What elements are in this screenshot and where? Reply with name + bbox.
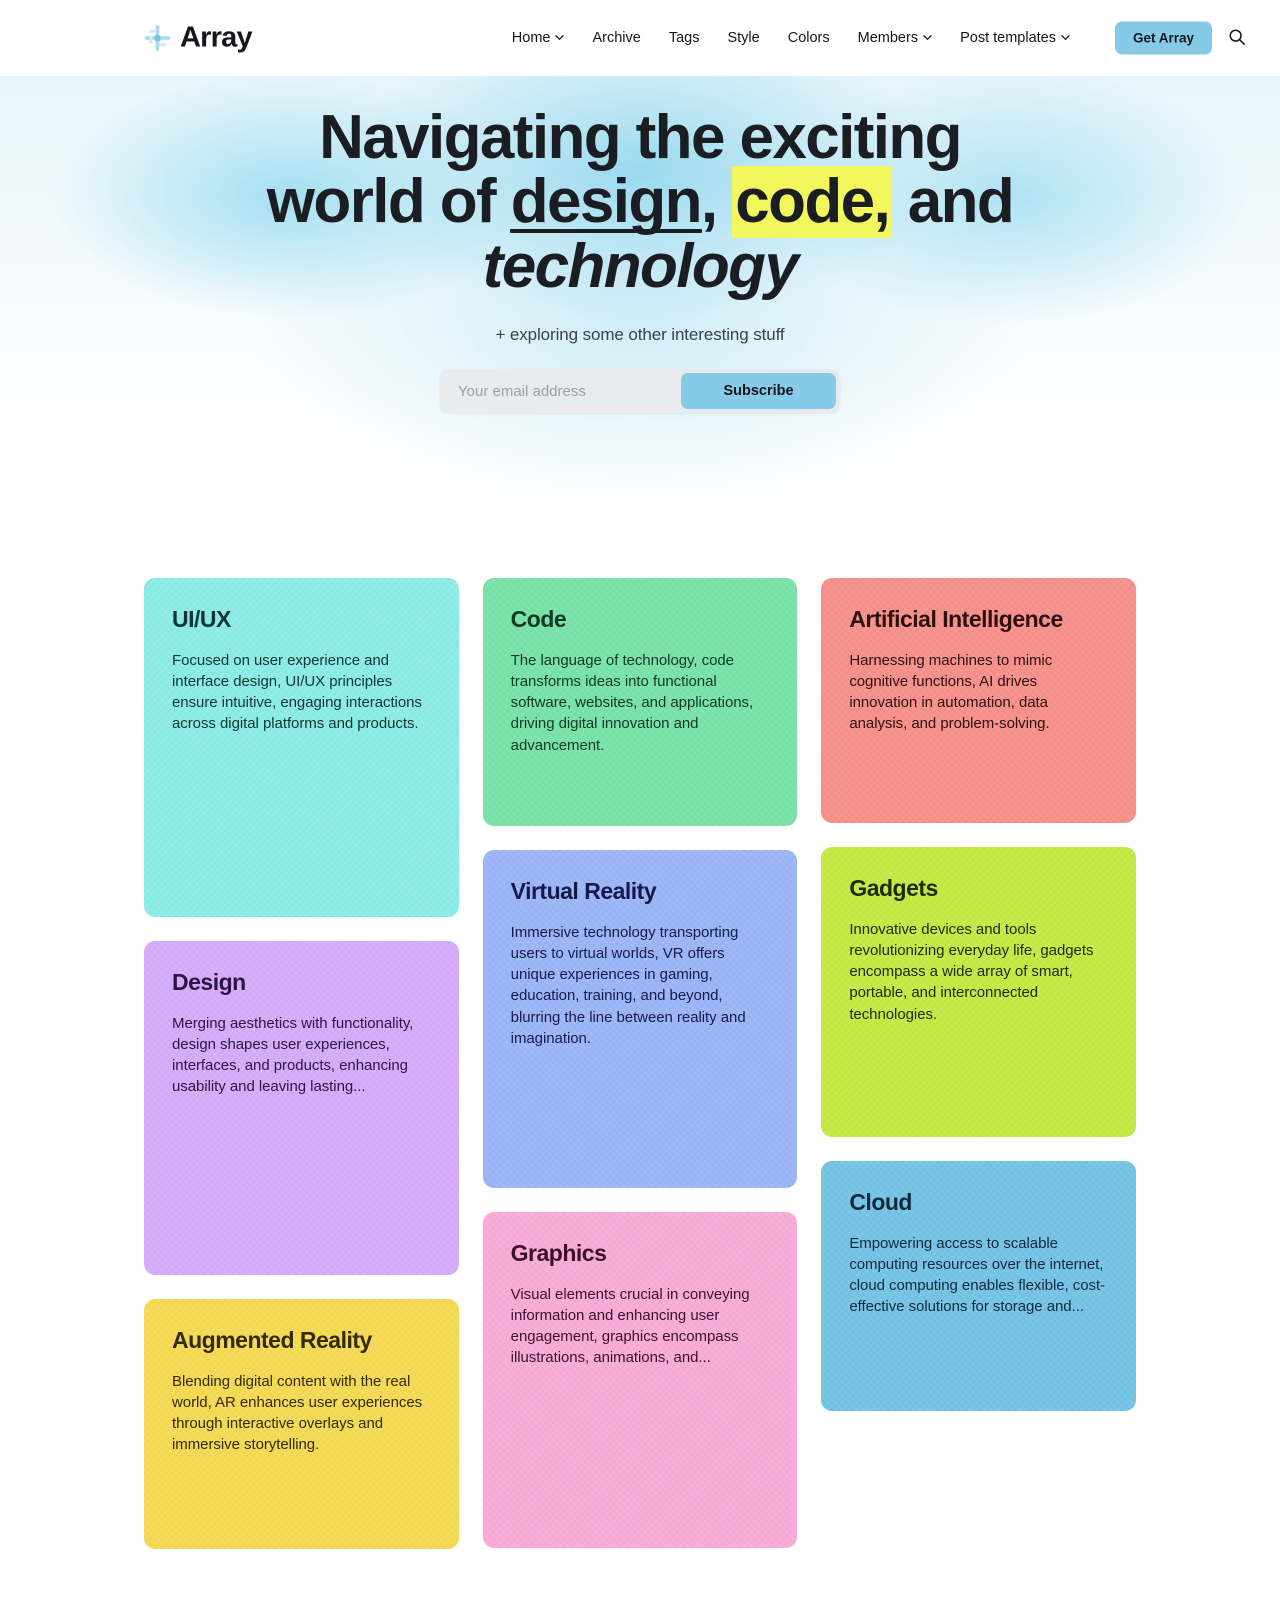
subscribe-form: Subscribe	[440, 369, 840, 414]
hero-title-highlighted: code,	[732, 166, 893, 239]
nav-item-archive[interactable]: Archive	[578, 24, 654, 52]
brand-name: Array	[180, 21, 253, 54]
chevron-down-icon	[923, 33, 932, 42]
card-title: Gadgets	[849, 875, 938, 901]
brand-logo-link[interactable]: Array	[144, 21, 253, 55]
card-title: Design	[172, 969, 246, 995]
nav-item-tags[interactable]: Tags	[655, 24, 714, 52]
card-excerpt: Harnessing machines to mimic cognitive f…	[849, 651, 1053, 733]
card-excerpt: Innovative devices and tools revolutioni…	[849, 920, 1094, 1023]
hero-subtitle: + exploring some other interesting stuff	[495, 325, 785, 345]
card-excerpt: Empowering access to scalable computing …	[849, 1234, 1106, 1316]
card-title: UI/UX	[172, 606, 231, 632]
card-excerpt: Merging aesthetics with functionality, d…	[172, 1014, 414, 1096]
card-title: Cloud	[849, 1189, 912, 1215]
card-virtual-reality[interactable]: Virtual Reality Immersive technology tra…	[482, 850, 798, 1188]
card-augmented-reality[interactable]: Augmented Reality Blending digital conte…	[144, 1299, 459, 1549]
page-root: Array Home Archive Tags Style Colors Mem…	[0, 0, 1280, 1600]
page-title: Navigating the exciting world of design,…	[260, 105, 1020, 302]
search-button[interactable]	[1222, 23, 1252, 53]
site-header: Array Home Archive Tags Style Colors Mem…	[0, 0, 1280, 76]
nav-label: Colors	[787, 30, 830, 46]
card-excerpt: Blending digital content with the real w…	[172, 1372, 423, 1454]
nav-label: Tags	[668, 30, 700, 46]
chevron-down-icon	[1061, 33, 1070, 42]
post-card-grid: UI/UX Focused on user experience and int…	[144, 578, 1136, 1549]
hero-title-part2: and	[892, 167, 1015, 237]
card-uiux[interactable]: UI/UX Focused on user experience and int…	[144, 578, 459, 917]
card-title: Graphics	[510, 1240, 607, 1266]
card-gadgets[interactable]: Gadgets Innovative devices and tools rev…	[821, 847, 1136, 1137]
nav-item-home[interactable]: Home	[498, 24, 579, 52]
nav-label: Members	[857, 30, 919, 46]
card-design[interactable]: Design Merging aesthetics with functiona…	[144, 941, 459, 1275]
main-navigation: Home Archive Tags Style Colors Members P…	[498, 24, 1084, 52]
card-excerpt: Immersive technology transporting users …	[510, 923, 746, 1048]
nav-label: Archive	[592, 30, 641, 46]
hero-title-italic: technology	[474, 231, 802, 302]
card-graphics[interactable]: Graphics Visual elements crucial in conv…	[482, 1212, 798, 1548]
card-title: Virtual Reality	[510, 878, 657, 904]
nav-label: Style	[727, 30, 760, 46]
nav-item-style[interactable]: Style	[713, 24, 773, 52]
card-title: Augmented Reality	[172, 1327, 372, 1353]
nav-item-colors[interactable]: Colors	[774, 24, 844, 52]
nav-item-post-templates[interactable]: Post templates	[946, 24, 1084, 52]
card-artificial-intelligence[interactable]: Artificial Intelligence Harnessing machi…	[821, 578, 1136, 823]
nav-label: Post templates	[960, 30, 1056, 46]
search-icon	[1228, 28, 1246, 49]
card-code[interactable]: Code The language of technology, code tr…	[482, 578, 798, 826]
card-title: Code	[510, 606, 567, 632]
subscribe-button[interactable]: Subscribe	[681, 373, 836, 410]
hero-section: Navigating the exciting world of design,…	[0, 76, 1280, 556]
card-title: Artificial Intelligence	[849, 606, 1063, 632]
pinwheel-logo-icon	[144, 25, 171, 52]
card-excerpt: Visual elements crucial in conveying inf…	[510, 1285, 750, 1367]
card-cloud[interactable]: Cloud Empowering access to scalable comp…	[821, 1161, 1136, 1411]
hero-title-underlined: design	[509, 167, 703, 237]
nav-item-members[interactable]: Members	[844, 24, 946, 52]
hero-title-comma: ,	[700, 167, 733, 237]
card-excerpt: Focused on user experience and interface…	[172, 651, 422, 733]
get-array-button[interactable]: Get Array	[1114, 21, 1212, 55]
card-excerpt: The language of technology, code transfo…	[510, 651, 754, 754]
chevron-down-icon	[555, 33, 565, 42]
email-field[interactable]	[444, 373, 681, 410]
nav-label: Home	[511, 30, 551, 46]
